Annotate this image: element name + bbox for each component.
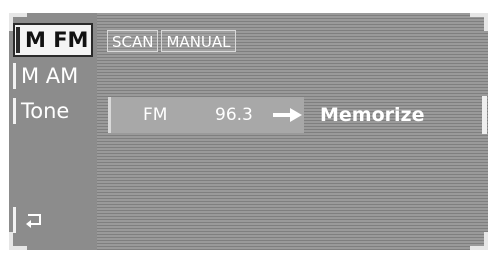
menu-item-label: M FM (25, 28, 89, 52)
corner-bracket (9, 232, 13, 250)
menu-marker (13, 63, 16, 89)
main-panel: SCAN MANUAL FM 96.3 Memorize (97, 13, 488, 250)
scroll-indicator (482, 96, 487, 134)
memorize-row[interactable]: FM 96.3 Memorize (108, 97, 424, 133)
tab-manual[interactable]: MANUAL (161, 30, 236, 52)
menu-marker (13, 98, 16, 124)
radio-screen: M FM M AM Tone SCAN MANUAL FM 96.3 Memor… (9, 13, 488, 250)
back-button[interactable] (13, 203, 53, 239)
menu-marker (13, 207, 16, 233)
mode-tabs: SCAN MANUAL (107, 30, 236, 52)
menu-item-label: M AM (21, 64, 79, 88)
corner-bracket (9, 13, 13, 31)
station-box[interactable]: FM 96.3 (108, 97, 304, 133)
back-arrow-icon (26, 214, 41, 228)
menu-item-m-fm[interactable]: M FM (13, 23, 93, 57)
memorize-label: Memorize (320, 104, 425, 126)
corner-bracket (484, 13, 488, 31)
left-menu: M FM M AM Tone (9, 13, 97, 250)
menu-item-m-am[interactable]: M AM (13, 59, 93, 93)
tab-scan[interactable]: SCAN (107, 30, 159, 52)
menu-marker (16, 27, 20, 53)
right-arrow-icon (273, 108, 302, 122)
menu-item-tone[interactable]: Tone (13, 94, 93, 128)
corner-bracket (484, 232, 488, 250)
station-frequency: 96.3 (215, 105, 253, 125)
menu-item-label: Tone (21, 99, 70, 123)
station-band: FM (143, 105, 168, 125)
